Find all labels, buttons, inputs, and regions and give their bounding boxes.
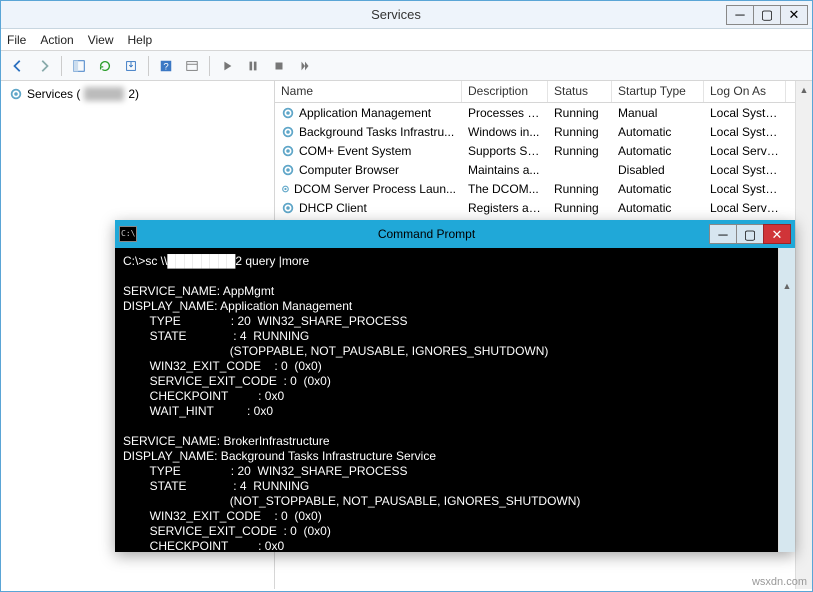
properties-button[interactable] — [181, 55, 203, 77]
gear-icon — [281, 106, 295, 120]
service-status: Running — [548, 124, 612, 140]
service-startup: Automatic — [612, 143, 704, 159]
gear-icon — [281, 163, 295, 177]
window-buttons: ─ ▢ ✕ — [727, 5, 808, 25]
pause-service-button[interactable] — [242, 55, 264, 77]
gear-icon — [281, 201, 295, 215]
show-hide-button[interactable] — [68, 55, 90, 77]
service-startup: Automatic — [612, 200, 704, 216]
cmd-system-icon[interactable] — [119, 226, 137, 242]
service-logon: Local Service — [704, 200, 786, 216]
cmd-maximize-button[interactable]: ▢ — [736, 224, 764, 244]
service-desc: Supports Sy... — [462, 143, 548, 159]
col-startup[interactable]: Startup Type — [612, 81, 704, 102]
service-status: Running — [548, 105, 612, 121]
back-button[interactable] — [7, 55, 29, 77]
cmd-close-button[interactable]: ✕ — [763, 224, 791, 244]
tree-label-prefix: Services ( — [27, 87, 80, 101]
svg-text:?: ? — [163, 61, 168, 72]
service-status — [548, 169, 612, 171]
gear-icon — [281, 125, 295, 139]
restart-service-button[interactable] — [294, 55, 316, 77]
services-title: Services — [65, 7, 727, 22]
export-button[interactable] — [120, 55, 142, 77]
refresh-button[interactable] — [94, 55, 116, 77]
table-row[interactable]: Application Management Processes in...Run… — [275, 103, 812, 122]
service-logon: Local Syste... — [704, 181, 786, 197]
service-desc: Registers an... — [462, 200, 548, 216]
cmd-minimize-button[interactable]: ─ — [709, 224, 737, 244]
table-row[interactable]: COM+ Event System Supports Sy...RunningAu… — [275, 141, 812, 160]
minimize-button[interactable]: ─ — [726, 5, 754, 25]
cmd-title: Command Prompt — [143, 227, 710, 241]
col-description[interactable]: Description — [462, 81, 548, 102]
service-name: DHCP Client — [299, 201, 367, 215]
cmd-scrollbar[interactable]: ▲ — [778, 248, 795, 552]
service-name: Application Management — [299, 106, 431, 120]
table-row[interactable]: Background Tasks Infrastru... Windows in.… — [275, 122, 812, 141]
service-desc: Processes in... — [462, 105, 548, 121]
start-service-button[interactable] — [216, 55, 238, 77]
cmd-window-buttons: ─ ▢ ✕ — [710, 224, 791, 244]
command-prompt-window: Command Prompt ─ ▢ ✕ C:\>sc \\████████2 … — [115, 220, 795, 552]
watermark: wsxdn.com — [752, 576, 807, 588]
col-logon[interactable]: Log On As — [704, 81, 786, 102]
cmd-output[interactable]: C:\>sc \\████████2 query |more SERVICE_N… — [115, 248, 795, 552]
service-startup: Manual — [612, 105, 704, 121]
service-status: Running — [548, 143, 612, 159]
close-button[interactable]: ✕ — [780, 5, 808, 25]
table-row[interactable]: DCOM Server Process Laun... The DCOM...Ru… — [275, 179, 812, 198]
help-button[interactable]: ? — [155, 55, 177, 77]
service-logon: Local Syste... — [704, 105, 786, 121]
tree-label-suffix: 2) — [128, 87, 139, 101]
toolbar: ? — [1, 51, 812, 81]
service-startup: Disabled — [612, 162, 704, 178]
col-status[interactable]: Status — [548, 81, 612, 102]
tree-root[interactable]: Services ( xxxx 2) — [7, 85, 268, 103]
menu-file[interactable]: File — [7, 33, 26, 47]
service-logon: Local Syste... — [704, 162, 786, 178]
redacted-host: xxxx — [84, 87, 124, 101]
scroll-up-icon[interactable]: ▲ — [796, 81, 812, 98]
maximize-button[interactable]: ▢ — [753, 5, 781, 25]
scroll-up-icon[interactable]: ▲ — [779, 278, 795, 295]
table-row[interactable]: Computer Browser Maintains a... DisabledLo… — [275, 160, 812, 179]
menubar: File Action View Help — [1, 29, 812, 51]
service-name: DCOM Server Process Laun... — [294, 182, 456, 196]
cmd-titlebar[interactable]: Command Prompt ─ ▢ ✕ — [115, 220, 795, 248]
service-desc: The DCOM... — [462, 181, 548, 197]
service-startup: Automatic — [612, 181, 704, 197]
forward-button[interactable] — [33, 55, 55, 77]
service-status: Running — [548, 200, 612, 216]
menu-view[interactable]: View — [88, 33, 114, 47]
service-desc: Maintains a... — [462, 162, 548, 178]
stop-service-button[interactable] — [268, 55, 290, 77]
menu-action[interactable]: Action — [40, 33, 73, 47]
list-header: Name Description Status Startup Type Log… — [275, 81, 812, 103]
services-titlebar[interactable]: Services ─ ▢ ✕ — [1, 1, 812, 29]
menu-help[interactable]: Help — [128, 33, 153, 47]
service-name: Background Tasks Infrastru... — [299, 125, 454, 139]
gear-icon — [9, 87, 23, 101]
col-name[interactable]: Name — [275, 81, 462, 102]
service-logon: Local Syste... — [704, 124, 786, 140]
gear-icon — [281, 144, 295, 158]
service-status: Running — [548, 181, 612, 197]
list-scrollbar[interactable]: ▲ — [795, 81, 812, 589]
service-logon: Local Service — [704, 143, 786, 159]
table-row[interactable]: DHCP Client Registers an...RunningAutomat… — [275, 198, 812, 217]
service-startup: Automatic — [612, 124, 704, 140]
service-name: COM+ Event System — [299, 144, 411, 158]
service-name: Computer Browser — [299, 163, 399, 177]
service-desc: Windows in... — [462, 124, 548, 140]
gear-icon — [281, 182, 290, 196]
